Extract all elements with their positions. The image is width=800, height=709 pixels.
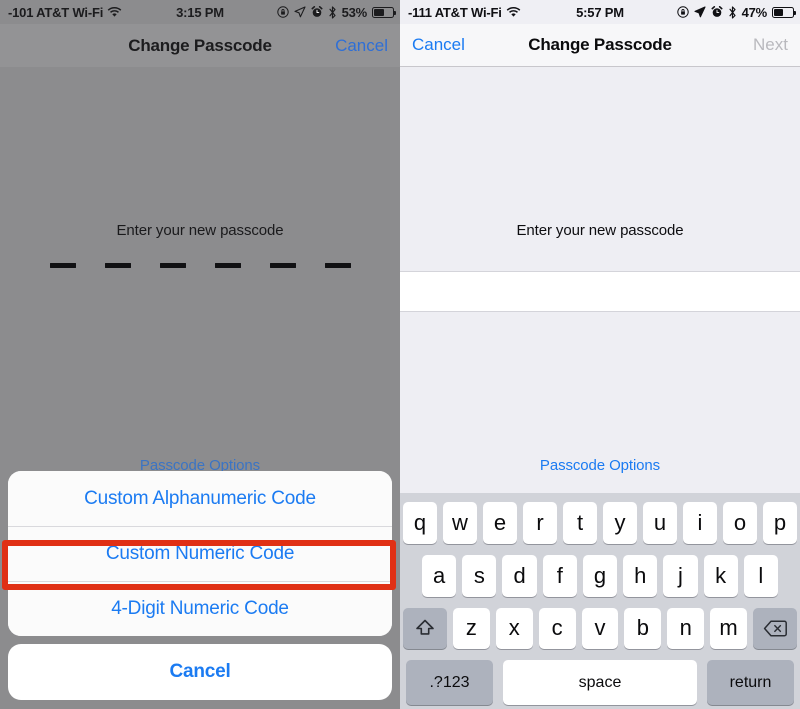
left-nav-cancel-button[interactable]: Cancel [335,36,388,56]
key-n[interactable]: n [667,607,705,650]
backspace-icon[interactable] [753,607,798,650]
passcode-dash [159,263,186,268]
carrier-label: -101 AT&T Wi-Fi [8,4,104,20]
carrier-label: -111 AT&T Wi-Fi [408,4,502,20]
battery-fill [774,8,783,16]
action-sheet-item-custom-alphanumeric[interactable]: Custom Alphanumeric Code [8,471,392,526]
rotation-lock-icon [676,6,689,18]
key-t[interactable]: t [563,502,597,544]
left-passcode-prompt: Enter your new passcode [116,222,284,239]
right-passcode-prompt: Enter your new passcode [516,222,684,239]
wifi-icon [107,6,122,18]
key-r[interactable]: r [523,502,557,544]
right-status-bar: -111 AT&T Wi-Fi 5:57 PM 47% [400,0,800,24]
right-status-carrier-group: -111 AT&T Wi-Fi [408,5,521,20]
key-z[interactable]: z [453,607,490,650]
passcode-dash [49,263,76,268]
key-u[interactable]: u [643,502,677,544]
key-q[interactable]: q [403,502,437,544]
key-v[interactable]: v [581,607,619,650]
key-y[interactable]: y [603,502,637,544]
passcode-dash-group [0,263,400,268]
keyboard-row-3: z x c v b n m [403,607,798,650]
key-p[interactable]: p [763,502,797,544]
key-i[interactable]: i [683,502,717,544]
key-k[interactable]: k [703,554,738,597]
keyboard-row-4: .?123 space return [403,660,797,705]
battery-percent-label: 53% [341,4,368,20]
right-content-area: Enter your new passcode Passcode Options… [400,67,800,709]
left-status-bar: -101 AT&T Wi-Fi 3:15 PM 53% [0,0,400,24]
key-o[interactable]: o [723,502,757,544]
keyboard-row-2: a s d f g h j k l [403,554,797,597]
passcode-dash [214,263,241,268]
key-c[interactable]: c [538,607,576,650]
rotation-lock-icon [276,6,289,18]
left-status-carrier-group: -101 AT&T Wi-Fi [8,5,122,20]
battery-fill [374,8,384,16]
action-sheet-cancel-button[interactable]: Cancel [8,644,392,700]
passcode-dash [104,263,131,268]
left-status-icons-group: 53% [276,4,397,20]
return-key[interactable]: return [707,660,794,705]
right-nav-bar: Cancel Change Passcode Next [400,24,800,67]
alarm-clock-icon [711,6,723,18]
action-sheet-options-group: Custom Alphanumeric Code Custom Numeric … [8,471,392,636]
right-status-icons-group: 47% [676,4,797,20]
onscreen-keyboard: q w e r t y u i o p a s d f g h j k l z … [400,493,800,709]
key-g[interactable]: g [582,554,618,597]
left-phone-screen: -101 AT&T Wi-Fi 3:15 PM 53% Change Passc… [0,0,400,709]
key-s[interactable]: s [462,554,497,597]
passcode-input-field[interactable] [400,271,800,312]
battery-icon [372,6,397,18]
action-sheet-item-custom-numeric[interactable]: Custom Numeric Code [8,526,392,581]
key-f[interactable]: f [542,554,577,597]
action-sheet-item-four-digit-numeric[interactable]: 4-Digit Numeric Code [8,581,392,636]
space-key[interactable]: space [503,660,697,705]
bluetooth-icon [728,5,737,19]
left-nav-bar: Change Passcode Cancel [0,24,400,67]
key-h[interactable]: h [623,554,658,597]
alarm-clock-icon [311,6,323,18]
wifi-icon [506,6,521,18]
right-passcode-options-link[interactable]: Passcode Options [400,457,800,474]
screenshot-comparison: -101 AT&T Wi-Fi 3:15 PM 53% Change Passc… [0,0,800,709]
key-l[interactable]: l [743,554,778,597]
location-arrow-icon [694,6,706,18]
key-b[interactable]: b [624,607,662,650]
numbers-key[interactable]: .?123 [406,660,493,705]
right-nav-next-button[interactable]: Next [753,35,788,55]
battery-icon [772,6,797,18]
keyboard-row-1: q w e r t y u i o p [403,502,797,544]
key-e[interactable]: e [483,502,517,544]
key-m[interactable]: m [710,607,748,650]
key-w[interactable]: w [443,502,477,544]
passcode-dash [324,263,351,268]
location-arrow-icon [294,6,306,18]
key-d[interactable]: d [502,554,537,597]
battery-percent-label: 47% [741,4,768,20]
key-x[interactable]: x [495,607,533,650]
bluetooth-icon [328,5,337,19]
passcode-options-action-sheet: Custom Alphanumeric Code Custom Numeric … [8,471,392,700]
right-phone-screen: -111 AT&T Wi-Fi 5:57 PM 47% Cancel Chang… [400,0,800,709]
right-nav-cancel-button[interactable]: Cancel [412,35,465,55]
key-a[interactable]: a [422,554,457,597]
key-j[interactable]: j [663,554,698,597]
left-content-area: Enter your new passcode Passcode Options… [0,67,400,709]
passcode-dash [269,263,296,268]
shift-icon[interactable] [403,607,447,650]
